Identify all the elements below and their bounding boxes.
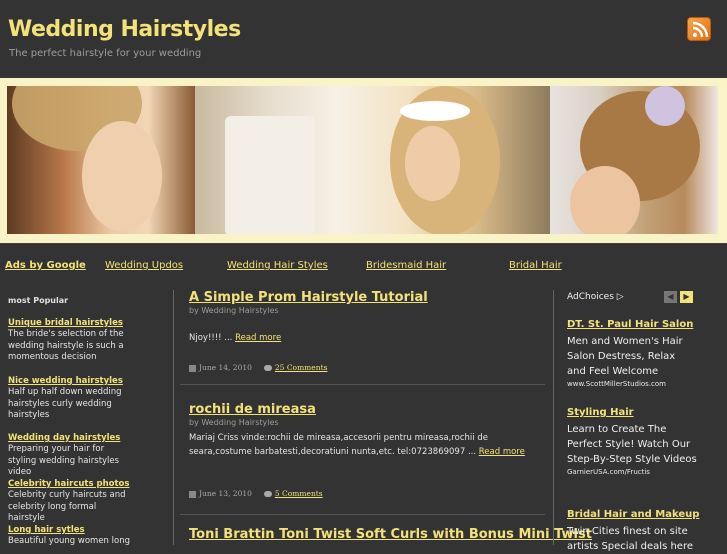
bride-photo-center <box>195 86 550 234</box>
popular-link[interactable]: Wedding day hairstyles <box>8 433 133 444</box>
ads-by-google-link[interactable]: Ads by Google <box>5 260 86 271</box>
popular-desc: The bride's selection of the wedding hai… <box>8 329 124 362</box>
rss-feed-icon[interactable] <box>687 17 711 41</box>
ad-title-link[interactable]: Styling Hair <box>567 406 697 420</box>
popular-link[interactable]: Nice wedding hairstyles <box>8 376 133 387</box>
ad-title-link[interactable]: Bridal Hair and Makeup <box>567 508 699 522</box>
post: Toni Brattin Toni Twist Soft Curls with … <box>180 517 592 545</box>
list-item: Celebrity haircuts photos Celebrity curl… <box>8 479 133 525</box>
sidebar-title: most Popular <box>8 296 69 305</box>
ad-prev-button[interactable]: ◀ <box>664 291 677 303</box>
nav-link-bridal-hair[interactable]: Bridal Hair <box>509 260 562 271</box>
post-title[interactable]: rochii de mireasa <box>189 402 316 417</box>
list-item: Long hair sytles Beautiful young women l… <box>8 525 133 548</box>
ad-unit: Styling Hair Learn to Create The Perfect… <box>567 406 697 476</box>
post-title[interactable]: A Simple Prom Hairstyle Tutorial <box>189 290 428 305</box>
popular-link[interactable]: Long hair sytles <box>8 525 133 536</box>
comments-link[interactable]: 25 Comments <box>275 363 328 372</box>
read-more-link[interactable]: Read more <box>479 447 525 457</box>
nav-link-wedding-hair-styles[interactable]: Wedding Hair Styles <box>227 260 328 271</box>
popular-desc: Beautiful young women long <box>8 536 130 546</box>
ad-text: Learn to Create The Perfect Style! Watch… <box>567 424 697 465</box>
bride-photo-left <box>7 86 195 234</box>
calendar-icon <box>189 364 196 372</box>
nav-bar: Ads by Google Wedding Updos Wedding Hair… <box>0 243 727 281</box>
nav-link-wedding-updos[interactable]: Wedding Updos <box>105 260 183 271</box>
post-title[interactable]: Toni Brattin Toni Twist Soft Curls with … <box>189 527 592 542</box>
list-item: Nice wedding hairstyles Half up half dow… <box>8 376 133 422</box>
comment-icon <box>263 365 272 371</box>
post-meta: June 13, 2010 5 Comments <box>189 489 323 498</box>
popular-link[interactable]: Celebrity haircuts photos <box>8 479 133 490</box>
bride-photo-right <box>550 86 718 234</box>
ad-text: Twin Cities finest on site artists Speci… <box>567 526 693 552</box>
read-more-link[interactable]: Read more <box>235 333 281 343</box>
ad-text: Men and Women's Hair Salon Destress, Rel… <box>567 336 683 377</box>
post: A Simple Prom Hairstyle Tutorial by Wedd… <box>180 282 545 392</box>
post-excerpt-text: Njoy!!!! ... <box>189 333 233 343</box>
site-header: Wedding Hairstyles The perfect hairstyle… <box>0 0 727 78</box>
banner <box>0 78 727 243</box>
post-excerpt: Mariaj Criss vinde:rochii de mireasa,acc… <box>189 431 529 459</box>
post-byline: by Wedding Hairstyles <box>189 306 279 315</box>
post-date: June 14, 2010 <box>199 363 252 372</box>
ad-url[interactable]: GarnierUSA.com/Fructis <box>567 468 697 476</box>
site-tagline: The perfect hairstyle for your wedding <box>9 48 202 59</box>
comments-link[interactable]: 5 Comments <box>275 489 323 498</box>
post-excerpt: Njoy!!!! ... Read more <box>189 332 529 345</box>
site-title[interactable]: Wedding Hairstyles <box>8 17 241 42</box>
post-separator <box>180 384 545 385</box>
adchoices-label[interactable]: AdChoices ▷ <box>567 292 624 302</box>
ad-url[interactable]: www.ScottMillerStudios.com <box>567 380 697 388</box>
comment-icon <box>263 491 272 497</box>
post-byline: by Wedding Hairstyles <box>189 418 279 427</box>
post-excerpt-text: Mariaj Criss vinde:rochii de mireasa,acc… <box>189 433 488 457</box>
post-separator <box>180 514 545 515</box>
column-divider <box>553 290 554 545</box>
popular-desc: Celebrity curly haircuts and celebrity l… <box>8 490 126 523</box>
popular-desc: Preparing your hair for styling wedding … <box>8 444 120 477</box>
post-date: June 13, 2010 <box>199 489 252 498</box>
nav-link-bridesmaid-hair[interactable]: Bridesmaid Hair <box>366 260 446 271</box>
calendar-icon <box>189 490 196 498</box>
ad-next-button[interactable]: ▶ <box>680 291 693 303</box>
post: rochii de mireasa Mariaj Criss vinde:roc… <box>180 392 545 517</box>
sidebar-most-popular: most Popular Unique bridal hairstyles Th… <box>0 282 170 548</box>
popular-desc: Half up half down wedding hairstyles cur… <box>8 387 122 420</box>
ad-unit: Bridal Hair and Makeup Twin Cities fines… <box>567 508 699 554</box>
popular-link[interactable]: Unique bridal hairstyles <box>8 318 133 329</box>
column-divider <box>173 290 174 545</box>
ad-unit: DT. St. Paul Hair Salon Men and Women's … <box>567 318 697 388</box>
sidebar-ads: AdChoices ▷ ◀ ▶ DT. St. Paul Hair Salon … <box>560 282 727 552</box>
ad-title-link[interactable]: DT. St. Paul Hair Salon <box>567 318 697 332</box>
list-item: Wedding day hairstyles Preparing your ha… <box>8 433 133 479</box>
banner-photos <box>7 86 718 234</box>
post-meta: June 14, 2010 25 Comments <box>189 363 327 372</box>
list-item: Unique bridal hairstyles The bride's sel… <box>8 318 133 364</box>
